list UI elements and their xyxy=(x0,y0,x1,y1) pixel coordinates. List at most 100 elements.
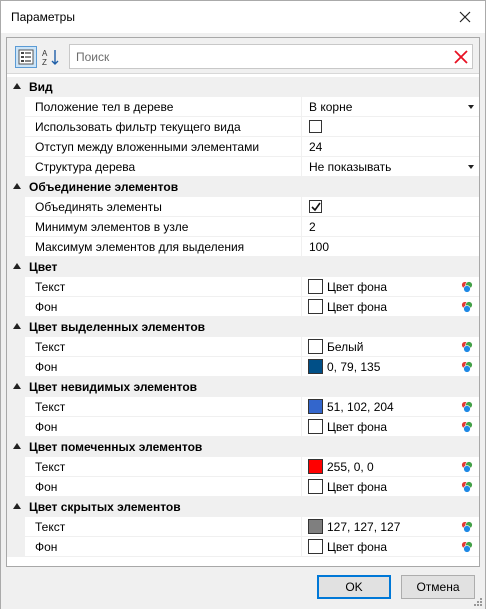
category-header[interactable]: Цвет xyxy=(7,257,479,277)
color-swatch[interactable] xyxy=(308,459,323,474)
property-value[interactable]: Цвет фона xyxy=(327,540,387,554)
property-value[interactable]: Цвет фона xyxy=(327,480,387,494)
property-value[interactable]: Цвет фона xyxy=(327,300,387,314)
dropdown-arrow-icon[interactable] xyxy=(468,105,474,109)
property-row[interactable]: Отступ между вложенными элементами 24 xyxy=(7,137,479,157)
property-name: Текст xyxy=(35,340,66,354)
color-swatch[interactable] xyxy=(308,279,323,294)
cancel-button[interactable]: Отмена xyxy=(401,575,475,599)
category-header[interactable]: Вид xyxy=(7,77,479,97)
property-name: Текст xyxy=(35,280,66,294)
property-name: Объединять элементы xyxy=(35,200,162,214)
ok-button[interactable]: OK xyxy=(317,575,391,599)
row-gutter xyxy=(7,137,25,157)
color-swatch[interactable] xyxy=(308,299,323,314)
row-gutter xyxy=(7,297,25,317)
property-row[interactable]: Текст 127, 127, 127 xyxy=(7,517,479,537)
property-row[interactable]: Максимум элементов для выделения 100 xyxy=(7,237,479,257)
property-row[interactable]: Минимум элементов в узле 2 xyxy=(7,217,479,237)
property-value[interactable]: 127, 127, 127 xyxy=(327,520,400,534)
resize-grip-icon[interactable] xyxy=(473,597,483,607)
property-value[interactable]: 100 xyxy=(309,240,329,254)
category-label: Цвет скрытых элементов xyxy=(29,500,181,514)
collapse-arrow-icon[interactable] xyxy=(13,383,21,389)
column-divider xyxy=(301,357,302,377)
category-header[interactable]: Цвет невидимых элементов xyxy=(7,377,479,397)
property-value[interactable]: Цвет фона xyxy=(327,280,387,294)
property-row[interactable]: Фон Цвет фона xyxy=(7,477,479,497)
sort-alphabetical-button[interactable]: A Z xyxy=(40,46,62,68)
dropdown-arrow-icon[interactable] xyxy=(468,165,474,169)
categorized-view-button[interactable] xyxy=(15,46,37,68)
property-value[interactable]: 24 xyxy=(309,140,322,154)
row-gutter xyxy=(7,357,25,377)
color-swatch[interactable] xyxy=(308,479,323,494)
property-checkbox[interactable] xyxy=(309,120,322,133)
color-swatch[interactable] xyxy=(308,359,323,374)
property-row[interactable]: Положение тел в дереве В корне xyxy=(7,97,479,117)
row-gutter xyxy=(7,477,25,497)
color-palette-icon[interactable] xyxy=(460,360,474,374)
collapse-arrow-icon[interactable] xyxy=(13,323,21,329)
search-input[interactable] xyxy=(70,45,448,68)
search-field[interactable] xyxy=(69,44,473,69)
property-row[interactable]: Использовать фильтр текущего вида xyxy=(7,117,479,137)
property-row[interactable]: Фон Цвет фона xyxy=(7,297,479,317)
color-palette-icon[interactable] xyxy=(460,540,474,554)
property-value[interactable]: 255, 0, 0 xyxy=(327,460,374,474)
category-header[interactable]: Цвет помеченных элементов xyxy=(7,437,479,457)
row-gutter xyxy=(7,237,25,257)
category-header[interactable]: Цвет скрытых элементов xyxy=(7,497,479,517)
collapse-arrow-icon[interactable] xyxy=(13,263,21,269)
column-divider xyxy=(301,237,302,257)
clear-search-button[interactable] xyxy=(450,46,471,67)
property-row[interactable]: Объединять элементы xyxy=(7,197,479,217)
property-name: Фон xyxy=(35,540,58,554)
property-row[interactable]: Текст 51, 102, 204 xyxy=(7,397,479,417)
property-name: Текст xyxy=(35,520,66,534)
property-value[interactable]: Цвет фона xyxy=(327,420,387,434)
color-palette-icon[interactable] xyxy=(460,400,474,414)
color-swatch[interactable] xyxy=(308,539,323,554)
column-divider xyxy=(301,417,302,437)
property-row[interactable]: Фон Цвет фона xyxy=(7,537,479,557)
property-value[interactable]: В корне xyxy=(309,100,352,114)
property-row[interactable]: Текст Белый xyxy=(7,337,479,357)
property-row[interactable]: Структура дерева Не показывать xyxy=(7,157,479,177)
property-value[interactable]: 2 xyxy=(309,220,316,234)
color-swatch[interactable] xyxy=(308,419,323,434)
color-palette-icon[interactable] xyxy=(460,520,474,534)
property-value[interactable]: 0, 79, 135 xyxy=(327,360,380,374)
category-label: Цвет помеченных элементов xyxy=(29,440,203,454)
category-label: Цвет xyxy=(29,260,58,274)
collapse-arrow-icon[interactable] xyxy=(13,443,21,449)
property-value[interactable]: Белый xyxy=(327,340,363,354)
close-button[interactable] xyxy=(453,5,477,29)
color-swatch[interactable] xyxy=(308,519,323,534)
color-palette-icon[interactable] xyxy=(460,340,474,354)
property-name: Использовать фильтр текущего вида xyxy=(35,120,241,134)
color-palette-icon[interactable] xyxy=(460,280,474,294)
column-divider xyxy=(301,517,302,537)
property-row[interactable]: Фон Цвет фона xyxy=(7,417,479,437)
color-palette-icon[interactable] xyxy=(460,300,474,314)
property-row[interactable]: Текст Цвет фона xyxy=(7,277,479,297)
color-palette-icon[interactable] xyxy=(460,420,474,434)
category-header[interactable]: Объединение элементов xyxy=(7,177,479,197)
collapse-arrow-icon[interactable] xyxy=(13,183,21,189)
property-value[interactable]: 51, 102, 204 xyxy=(327,400,394,414)
color-swatch[interactable] xyxy=(308,399,323,414)
category-header[interactable]: Цвет выделенных элементов xyxy=(7,317,479,337)
collapse-arrow-icon[interactable] xyxy=(13,83,21,89)
property-checkbox[interactable] xyxy=(309,200,322,213)
color-swatch[interactable] xyxy=(308,339,323,354)
property-name: Текст xyxy=(35,460,66,474)
property-row[interactable]: Текст 255, 0, 0 xyxy=(7,457,479,477)
property-row[interactable]: Фон 0, 79, 135 xyxy=(7,357,479,377)
property-name: Положение тел в дереве xyxy=(35,100,174,114)
color-palette-icon[interactable] xyxy=(460,480,474,494)
property-value[interactable]: Не показывать xyxy=(309,160,391,174)
collapse-arrow-icon[interactable] xyxy=(13,503,21,509)
row-gutter xyxy=(7,457,25,477)
color-palette-icon[interactable] xyxy=(460,460,474,474)
